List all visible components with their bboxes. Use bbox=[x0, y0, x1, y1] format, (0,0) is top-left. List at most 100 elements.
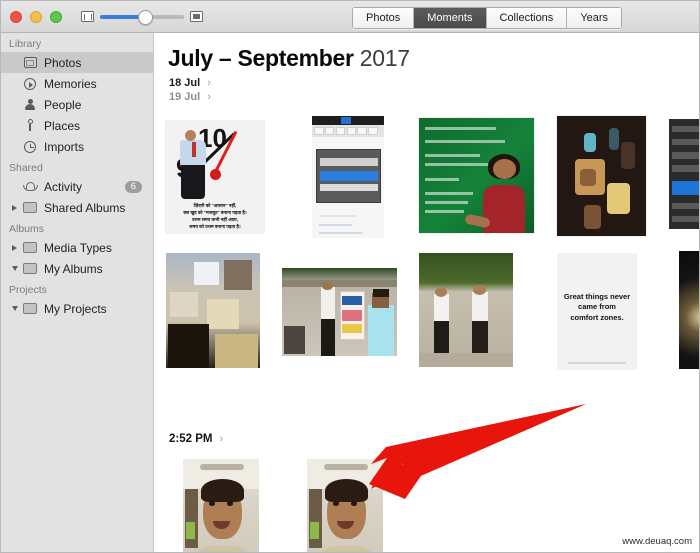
memories-icon bbox=[21, 77, 39, 90]
minimize-button[interactable] bbox=[30, 10, 42, 23]
sidebar-item-imports[interactable]: Imports bbox=[1, 136, 153, 157]
sidebar-item-label: Places bbox=[44, 118, 81, 133]
moment-header-19-jul[interactable]: 19 Jul › bbox=[169, 91, 699, 103]
chevron-right-icon[interactable]: › bbox=[219, 433, 223, 445]
close-button[interactable] bbox=[10, 10, 22, 23]
green-slide-photo[interactable] bbox=[419, 118, 534, 233]
photos-icon bbox=[21, 57, 39, 68]
sidebar-item-shared-albums[interactable]: Shared Albums bbox=[1, 197, 153, 218]
moment-header-label: 18 Jul bbox=[169, 77, 201, 89]
selfie-photo-2[interactable] bbox=[307, 459, 383, 552]
chevron-right-icon[interactable] bbox=[9, 204, 20, 211]
cloud-icon bbox=[21, 182, 39, 191]
tab-photos[interactable]: Photos bbox=[353, 8, 415, 28]
sidebar-item-label: Activity bbox=[44, 179, 83, 194]
view-mode-segmented-control[interactable]: Photos Moments Collections Years bbox=[352, 7, 623, 29]
sidebar-item-media-types[interactable]: Media Types bbox=[1, 237, 153, 258]
moment-header-time[interactable]: 2:52 PM › bbox=[169, 433, 223, 445]
sidebar-section-albums: Albums bbox=[9, 223, 45, 235]
sidebar-item-label: My Albums bbox=[44, 261, 103, 276]
chevron-down-icon[interactable] bbox=[9, 266, 20, 271]
imports-icon bbox=[21, 140, 39, 153]
sidebar-item-label: Memories bbox=[44, 76, 97, 91]
small-thumbnail-icon[interactable] bbox=[81, 11, 94, 22]
quote-card-text: Great things never came from comfort zon… bbox=[563, 291, 631, 322]
sidebar-item-places[interactable]: Places bbox=[1, 115, 153, 136]
sidebar-item-label: Photos bbox=[44, 55, 82, 70]
moment-time-label: 2:52 PM bbox=[169, 433, 213, 445]
photo-thumbnail bbox=[419, 118, 534, 233]
sidebar[interactable]: Library Photos Memories People Places Im… bbox=[1, 33, 154, 552]
hindi-quote-text: ज़िंदगी को "आसान" नहीं, बस खुद को "मजबूत… bbox=[183, 202, 247, 229]
photo-thumbnail: 10 9 ज़िंदगी को "आसान" नहीं, बस खुद को "… bbox=[166, 121, 264, 233]
photos-app-window: Photos Moments Collections Years Library… bbox=[0, 0, 700, 553]
photo-thumbnail bbox=[679, 251, 699, 369]
moment-header-label: 19 Jul bbox=[169, 91, 201, 103]
photo-thumbnail bbox=[557, 116, 646, 236]
partial-dark-photo[interactable] bbox=[679, 251, 699, 369]
zoom-button[interactable] bbox=[50, 10, 62, 23]
partial-screenshot-photo[interactable] bbox=[669, 119, 699, 229]
sidebar-item-my-projects[interactable]: My Projects bbox=[1, 298, 153, 319]
figure-legs bbox=[181, 164, 205, 199]
sidebar-section-projects: Projects bbox=[9, 284, 47, 296]
folder-icon bbox=[21, 242, 39, 253]
page-title-year: 2017 bbox=[359, 45, 410, 71]
selfie-photo-1[interactable] bbox=[183, 459, 259, 552]
tab-moments[interactable]: Moments bbox=[414, 8, 487, 28]
folder-icon bbox=[21, 263, 39, 274]
photo-thumbnail bbox=[282, 268, 397, 356]
room-photo[interactable] bbox=[166, 253, 260, 368]
quote-card-photo[interactable]: Great things never came from comfort zon… bbox=[557, 253, 637, 370]
folder-icon bbox=[21, 303, 39, 314]
photo-thumbnail: Great things never came from comfort zon… bbox=[557, 253, 637, 370]
sidebar-item-label: Media Types bbox=[44, 240, 112, 255]
tab-years[interactable]: Years bbox=[567, 8, 622, 28]
moments-content-area[interactable]: July – September 2017 18 Jul › 19 Jul › … bbox=[155, 33, 699, 552]
sidebar-item-people[interactable]: People bbox=[1, 94, 153, 115]
street-photo[interactable] bbox=[282, 268, 397, 356]
thumbnail-size-control[interactable] bbox=[81, 10, 203, 25]
clock-hub bbox=[210, 169, 221, 180]
traffic-lights bbox=[10, 10, 62, 23]
screenshot-photo[interactable] bbox=[312, 116, 384, 238]
figure-tie bbox=[192, 142, 196, 157]
quote-card-credit-line bbox=[568, 362, 626, 365]
chevron-right-icon[interactable]: › bbox=[207, 91, 211, 103]
photo-thumbnail bbox=[669, 119, 699, 229]
moment-header-18-jul[interactable]: 18 Jul › bbox=[169, 77, 699, 89]
thumbnail-size-slider[interactable] bbox=[100, 10, 184, 25]
photo-thumbnail bbox=[419, 253, 513, 367]
figure-head bbox=[185, 130, 196, 141]
tab-collections[interactable]: Collections bbox=[486, 8, 568, 28]
photo-thumbnail bbox=[166, 253, 260, 368]
sidebar-item-my-albums[interactable]: My Albums bbox=[1, 258, 153, 279]
chevron-right-icon[interactable]: › bbox=[207, 77, 211, 89]
page-title: July – September 2017 bbox=[168, 45, 699, 72]
motivational-clock-photo[interactable]: 10 9 ज़िंदगी को "आसान" नहीं, बस खुद को "… bbox=[166, 121, 264, 233]
sidebar-item-photos[interactable]: Photos bbox=[1, 52, 153, 73]
photo-thumbnail bbox=[183, 459, 259, 552]
photo-thumbnail bbox=[312, 116, 384, 238]
watermark: www.deuaq.com bbox=[619, 535, 695, 548]
sidebar-section-shared: Shared bbox=[9, 162, 43, 174]
places-icon bbox=[21, 119, 39, 132]
sidebar-item-memories[interactable]: Memories bbox=[1, 73, 153, 94]
person-body bbox=[483, 184, 525, 233]
title-bar: Photos Moments Collections Years bbox=[1, 1, 699, 33]
chevron-right-icon[interactable] bbox=[9, 244, 20, 251]
photo-thumbnail bbox=[307, 459, 383, 552]
page-title-range: July – September bbox=[168, 45, 354, 71]
sidebar-item-label: Shared Albums bbox=[44, 200, 126, 215]
people-icon bbox=[21, 98, 39, 111]
chevron-down-icon[interactable] bbox=[9, 306, 20, 311]
slider-knob[interactable] bbox=[138, 10, 154, 25]
sidebar-item-label: People bbox=[44, 97, 82, 112]
park-photo[interactable] bbox=[419, 253, 513, 367]
person-head bbox=[492, 159, 516, 179]
activity-count-badge: 6 bbox=[124, 180, 142, 193]
folder-icon bbox=[21, 202, 39, 213]
dark-indoor-photo[interactable] bbox=[557, 116, 646, 236]
large-thumbnail-icon[interactable] bbox=[190, 11, 203, 22]
sidebar-item-activity[interactable]: Activity 6 bbox=[1, 176, 153, 197]
